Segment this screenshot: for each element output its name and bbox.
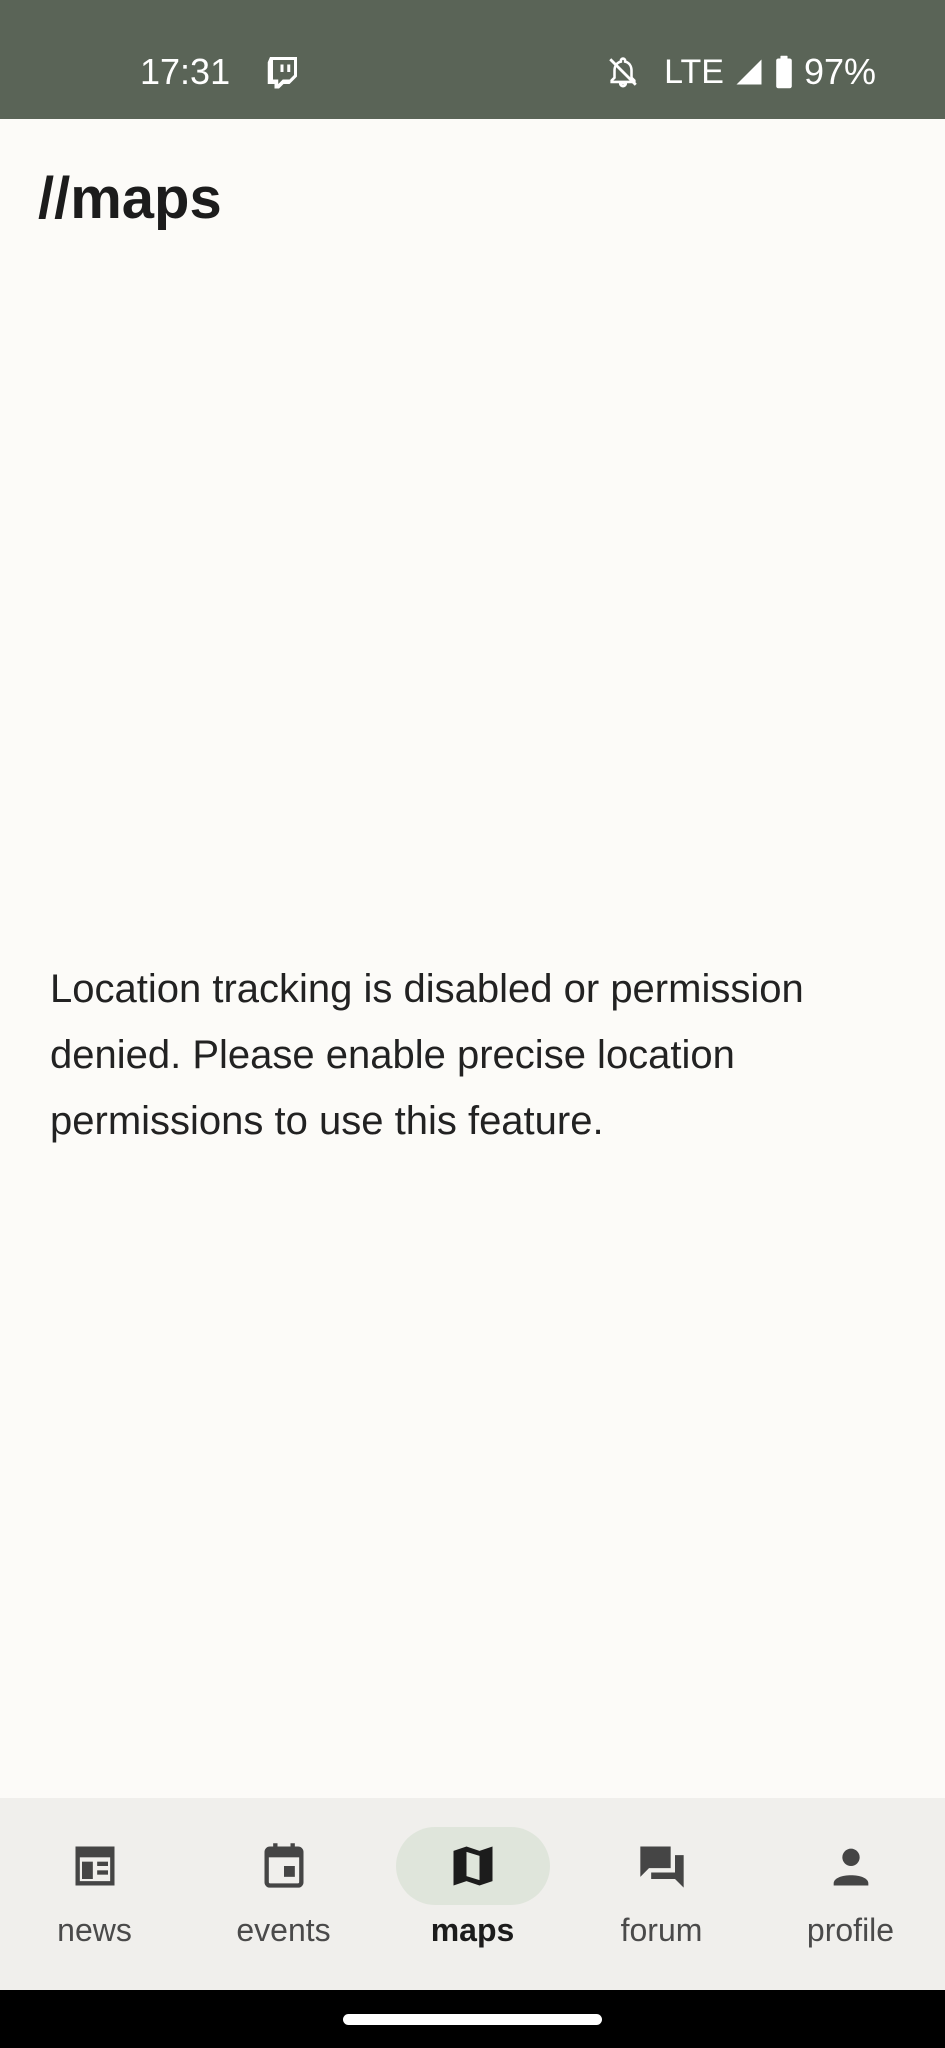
home-gesture-handle[interactable] xyxy=(343,2014,602,2025)
nav-icon-container xyxy=(18,1827,172,1905)
bottom-navigation: news events maps forum profile xyxy=(0,1798,945,1990)
forum-icon xyxy=(639,1846,684,1888)
bell-off-icon xyxy=(609,57,637,88)
newspaper-icon xyxy=(75,1846,114,1886)
twitch-icon xyxy=(267,57,297,89)
nav-icon-container xyxy=(207,1827,361,1905)
nav-label-news: news xyxy=(57,1912,132,1948)
nav-item-news[interactable]: news xyxy=(0,1798,189,1990)
nav-label-profile: profile xyxy=(806,1912,895,1948)
status-bar: 17:31 LTE 97% xyxy=(0,0,945,119)
network-type: LTE xyxy=(664,53,724,91)
status-time: 17:31 xyxy=(140,51,231,92)
person-icon xyxy=(833,1848,868,1886)
calendar-icon xyxy=(264,1843,303,1888)
location-disabled-message: Location tracking is disabled or permiss… xyxy=(50,967,804,1143)
nav-item-forum[interactable]: forum xyxy=(567,1798,756,1990)
nav-icon-container-active xyxy=(395,1827,550,1905)
status-indicators: LTE 97% xyxy=(606,50,876,94)
signal-icon xyxy=(736,59,762,85)
gesture-navigation-bar xyxy=(0,1990,945,2048)
nav-label-maps: maps xyxy=(430,1912,515,1948)
nav-item-profile[interactable]: profile xyxy=(756,1798,945,1990)
nav-item-events[interactable]: events xyxy=(189,1798,378,1990)
nav-label-forum: forum xyxy=(620,1912,703,1948)
nav-label-events: events xyxy=(236,1912,331,1948)
page-title: //maps xyxy=(38,166,222,231)
map-icon xyxy=(453,1846,492,1886)
nav-icon-container xyxy=(774,1827,928,1905)
nav-item-maps[interactable]: maps xyxy=(378,1798,567,1990)
battery-icon xyxy=(776,55,792,89)
battery-percentage: 97% xyxy=(803,51,876,92)
nav-icon-container xyxy=(585,1827,739,1905)
